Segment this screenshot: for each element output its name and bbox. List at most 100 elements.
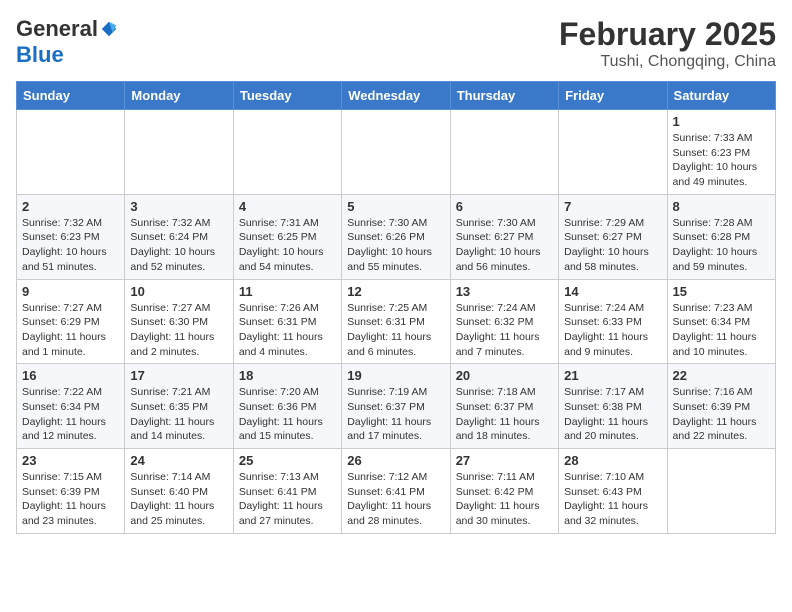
day-number: 9 <box>22 284 119 299</box>
logo: General Blue <box>16 16 118 68</box>
day-info: Sunrise: 7:13 AM Sunset: 6:41 PM Dayligh… <box>239 470 336 529</box>
calendar-cell <box>559 110 667 195</box>
day-info: Sunrise: 7:14 AM Sunset: 6:40 PM Dayligh… <box>130 470 227 529</box>
calendar-cell: 13 Sunrise: 7:24 AM Sunset: 6:32 PM Dayli… <box>450 279 558 364</box>
day-number: 17 <box>130 368 227 383</box>
day-number: 12 <box>347 284 444 299</box>
day-info: Sunrise: 7:12 AM Sunset: 6:41 PM Dayligh… <box>347 470 444 529</box>
day-number: 11 <box>239 284 336 299</box>
calendar-cell: 24Sunrise: 7:14 AM Sunset: 6:40 PM Dayli… <box>125 449 233 534</box>
day-info: Sunrise: 7:27 AM Sunset: 6:29 PM Dayligh… <box>22 301 119 360</box>
day-number: 16 <box>22 368 119 383</box>
calendar-cell: 11 Sunrise: 7:26 AM Sunset: 6:31 PM Dayli… <box>233 279 341 364</box>
logo-icon <box>100 20 118 38</box>
day-number: 1 <box>673 114 770 129</box>
day-info: Sunrise: 7:27 AM Sunset: 6:30 PM Dayligh… <box>130 301 227 360</box>
day-number: 15 <box>673 284 770 299</box>
day-number: 18 <box>239 368 336 383</box>
day-number: 10 <box>130 284 227 299</box>
calendar-cell: 2 Sunrise: 7:32 AM Sunset: 6:23 PM Daylig… <box>17 194 125 279</box>
calendar-cell: 5 Sunrise: 7:30 AM Sunset: 6:26 PM Daylig… <box>342 194 450 279</box>
calendar-week-row: 23 Sunrise: 7:15 AM Sunset: 6:39 PM Dayli… <box>17 449 776 534</box>
day-info: Sunrise: 7:15 AM Sunset: 6:39 PM Dayligh… <box>22 470 119 529</box>
month-title: February 2025 <box>559 16 776 53</box>
calendar-cell: 20Sunrise: 7:18 AM Sunset: 6:37 PM Dayli… <box>450 364 558 449</box>
day-number: 2 <box>22 199 119 214</box>
calendar-week-row: 16Sunrise: 7:22 AM Sunset: 6:34 PM Dayli… <box>17 364 776 449</box>
day-info: Sunrise: 7:30 AM Sunset: 6:26 PM Dayligh… <box>347 216 444 275</box>
day-info: Sunrise: 7:19 AM Sunset: 6:37 PM Dayligh… <box>347 385 444 444</box>
title-block: February 2025 Tushi, Chongqing, China <box>559 16 776 71</box>
calendar-cell: 12 Sunrise: 7:25 AM Sunset: 6:31 PM Dayli… <box>342 279 450 364</box>
calendar-cell <box>450 110 558 195</box>
calendar-cell: 28Sunrise: 7:10 AM Sunset: 6:43 PM Dayli… <box>559 449 667 534</box>
calendar-cell: 25 Sunrise: 7:13 AM Sunset: 6:41 PM Dayli… <box>233 449 341 534</box>
logo-blue-text: Blue <box>16 42 64 68</box>
col-header-friday: Friday <box>559 82 667 110</box>
calendar-cell: 19 Sunrise: 7:19 AM Sunset: 6:37 PM Dayli… <box>342 364 450 449</box>
calendar-cell: 3Sunrise: 7:32 AM Sunset: 6:24 PM Daylig… <box>125 194 233 279</box>
calendar-cell: 26 Sunrise: 7:12 AM Sunset: 6:41 PM Dayli… <box>342 449 450 534</box>
day-number: 22 <box>673 368 770 383</box>
calendar-cell: 7 Sunrise: 7:29 AM Sunset: 6:27 PM Daylig… <box>559 194 667 279</box>
calendar-cell: 1 Sunrise: 7:33 AM Sunset: 6:23 PM Daylig… <box>667 110 775 195</box>
day-info: Sunrise: 7:29 AM Sunset: 6:27 PM Dayligh… <box>564 216 661 275</box>
calendar-cell <box>125 110 233 195</box>
day-number: 7 <box>564 199 661 214</box>
day-number: 23 <box>22 453 119 468</box>
day-info: Sunrise: 7:21 AM Sunset: 6:35 PM Dayligh… <box>130 385 227 444</box>
day-number: 27 <box>456 453 553 468</box>
day-info: Sunrise: 7:23 AM Sunset: 6:34 PM Dayligh… <box>673 301 770 360</box>
calendar-header-row: SundayMondayTuesdayWednesdayThursdayFrid… <box>17 82 776 110</box>
calendar-cell: 10 Sunrise: 7:27 AM Sunset: 6:30 PM Dayli… <box>125 279 233 364</box>
calendar-week-row: 9 Sunrise: 7:27 AM Sunset: 6:29 PM Daylig… <box>17 279 776 364</box>
day-number: 19 <box>347 368 444 383</box>
location-text: Tushi, Chongqing, China <box>559 53 776 71</box>
day-info: Sunrise: 7:24 AM Sunset: 6:32 PM Dayligh… <box>456 301 553 360</box>
calendar-cell: 8Sunrise: 7:28 AM Sunset: 6:28 PM Daylig… <box>667 194 775 279</box>
logo-general-text: General <box>16 16 98 42</box>
day-info: Sunrise: 7:32 AM Sunset: 6:23 PM Dayligh… <box>22 216 119 275</box>
calendar-cell: 18 Sunrise: 7:20 AM Sunset: 6:36 PM Dayli… <box>233 364 341 449</box>
calendar-cell: 16Sunrise: 7:22 AM Sunset: 6:34 PM Dayli… <box>17 364 125 449</box>
day-number: 5 <box>347 199 444 214</box>
day-info: Sunrise: 7:25 AM Sunset: 6:31 PM Dayligh… <box>347 301 444 360</box>
day-info: Sunrise: 7:30 AM Sunset: 6:27 PM Dayligh… <box>456 216 553 275</box>
calendar-week-row: 1 Sunrise: 7:33 AM Sunset: 6:23 PM Daylig… <box>17 110 776 195</box>
day-info: Sunrise: 7:17 AM Sunset: 6:38 PM Dayligh… <box>564 385 661 444</box>
calendar-cell: 27 Sunrise: 7:11 AM Sunset: 6:42 PM Dayli… <box>450 449 558 534</box>
day-info: Sunrise: 7:26 AM Sunset: 6:31 PM Dayligh… <box>239 301 336 360</box>
day-number: 14 <box>564 284 661 299</box>
day-number: 13 <box>456 284 553 299</box>
calendar-cell: 15 Sunrise: 7:23 AM Sunset: 6:34 PM Dayli… <box>667 279 775 364</box>
day-info: Sunrise: 7:24 AM Sunset: 6:33 PM Dayligh… <box>564 301 661 360</box>
day-info: Sunrise: 7:10 AM Sunset: 6:43 PM Dayligh… <box>564 470 661 529</box>
day-info: Sunrise: 7:33 AM Sunset: 6:23 PM Dayligh… <box>673 131 770 190</box>
calendar-cell <box>233 110 341 195</box>
calendar-cell: 23 Sunrise: 7:15 AM Sunset: 6:39 PM Dayli… <box>17 449 125 534</box>
day-info: Sunrise: 7:28 AM Sunset: 6:28 PM Dayligh… <box>673 216 770 275</box>
day-info: Sunrise: 7:20 AM Sunset: 6:36 PM Dayligh… <box>239 385 336 444</box>
col-header-tuesday: Tuesday <box>233 82 341 110</box>
day-info: Sunrise: 7:16 AM Sunset: 6:39 PM Dayligh… <box>673 385 770 444</box>
calendar-cell <box>17 110 125 195</box>
page-header: General Blue February 2025 Tushi, Chongq… <box>16 16 776 71</box>
calendar-cell <box>342 110 450 195</box>
col-header-sunday: Sunday <box>17 82 125 110</box>
col-header-monday: Monday <box>125 82 233 110</box>
day-number: 4 <box>239 199 336 214</box>
col-header-wednesday: Wednesday <box>342 82 450 110</box>
calendar-cell: 9 Sunrise: 7:27 AM Sunset: 6:29 PM Daylig… <box>17 279 125 364</box>
calendar-week-row: 2 Sunrise: 7:32 AM Sunset: 6:23 PM Daylig… <box>17 194 776 279</box>
calendar-cell: 21Sunrise: 7:17 AM Sunset: 6:38 PM Dayli… <box>559 364 667 449</box>
calendar-cell: 17 Sunrise: 7:21 AM Sunset: 6:35 PM Dayli… <box>125 364 233 449</box>
col-header-saturday: Saturday <box>667 82 775 110</box>
day-number: 6 <box>456 199 553 214</box>
day-info: Sunrise: 7:11 AM Sunset: 6:42 PM Dayligh… <box>456 470 553 529</box>
calendar-cell: 6 Sunrise: 7:30 AM Sunset: 6:27 PM Daylig… <box>450 194 558 279</box>
day-number: 26 <box>347 453 444 468</box>
day-number: 25 <box>239 453 336 468</box>
day-number: 20 <box>456 368 553 383</box>
day-info: Sunrise: 7:32 AM Sunset: 6:24 PM Dayligh… <box>130 216 227 275</box>
calendar-cell: 14 Sunrise: 7:24 AM Sunset: 6:33 PM Dayli… <box>559 279 667 364</box>
